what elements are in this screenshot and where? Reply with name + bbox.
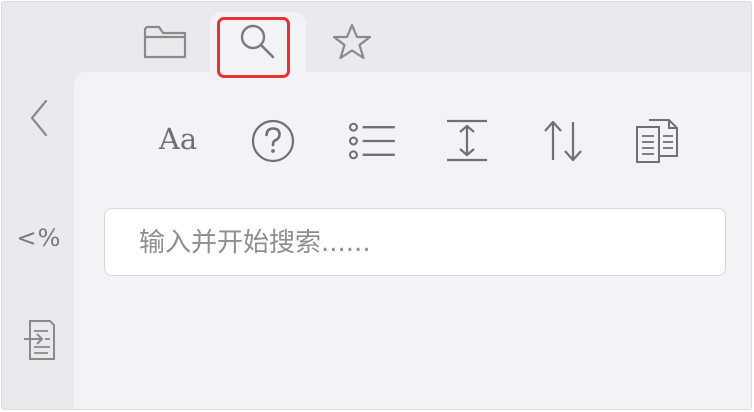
font-icon[interactable]: Aa [152, 122, 204, 156]
import-document-icon[interactable] [22, 319, 56, 361]
search-tab-highlight [217, 17, 290, 78]
folder-icon[interactable] [143, 23, 187, 59]
copy-document-icon[interactable] [632, 118, 682, 164]
tab-bar [2, 2, 751, 74]
app-window: <% Aa [1, 1, 752, 410]
percent-button[interactable]: <% [16, 224, 62, 252]
search-input[interactable] [139, 225, 699, 261]
vertical-resize-icon[interactable] [442, 118, 492, 164]
list-icon[interactable] [348, 118, 398, 164]
chevron-left-icon[interactable] [28, 98, 52, 138]
search-box [104, 208, 726, 276]
question-icon[interactable] [248, 118, 298, 164]
star-icon[interactable] [331, 22, 373, 62]
sort-icon[interactable] [538, 118, 588, 164]
